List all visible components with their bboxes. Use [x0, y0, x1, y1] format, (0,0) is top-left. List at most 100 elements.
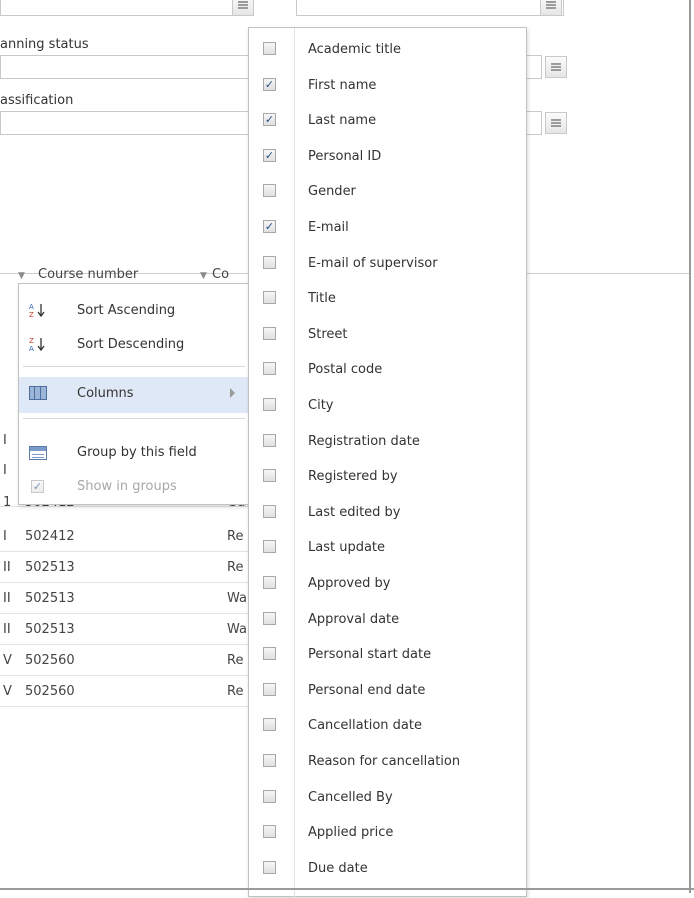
columns-item[interactable]: Columns: [19, 377, 249, 413]
checkbox-unchecked-icon[interactable]: [263, 291, 276, 305]
column-option[interactable]: ✓ Last name: [249, 103, 526, 138]
column-option-label: Reason for cancellation: [308, 754, 461, 769]
column-option[interactable]: Academic title: [249, 32, 526, 67]
svg-text:A: A: [29, 345, 34, 352]
checkbox-unchecked-icon[interactable]: [263, 754, 276, 767]
column-option[interactable]: Registration date: [249, 424, 526, 459]
frame-border-right: [689, 0, 691, 893]
checkbox-unchecked-icon[interactable]: [263, 42, 276, 55]
column-option[interactable]: Street: [249, 317, 526, 352]
checkbox-checked-icon[interactable]: ✓: [263, 148, 276, 162]
top-field-left-button[interactable]: [232, 0, 254, 16]
group-by-field-label: Group by this field: [77, 445, 197, 460]
column-option-label: City: [308, 398, 334, 413]
top-field-left[interactable]: [0, 0, 252, 16]
column-option[interactable]: Cancellation date: [249, 708, 526, 743]
column-option[interactable]: Due date: [249, 851, 526, 886]
column-option[interactable]: Applied price: [249, 815, 526, 850]
column-option[interactable]: Personal end date: [249, 673, 526, 708]
table-row[interactable]: II 502513 Wa: [0, 614, 250, 645]
checkbox-checked-icon[interactable]: ✓: [263, 77, 276, 91]
row-cell: II: [3, 560, 11, 575]
course-number-menu-icon[interactable]: ▼: [200, 271, 207, 281]
checkbox-unchecked-icon[interactable]: [263, 682, 276, 696]
classification-label: assification: [0, 93, 74, 108]
checkbox-unchecked-icon[interactable]: [263, 860, 276, 874]
checkbox-checked-icon[interactable]: ✓: [263, 220, 276, 233]
column-option-label: Personal end date: [308, 682, 426, 698]
sort-descending-item[interactable]: Z A Sort Descending: [19, 328, 249, 362]
table-row[interactable]: V 502560 Re: [0, 676, 250, 707]
column-option[interactable]: Postal code: [249, 352, 526, 387]
checkbox-unchecked-icon[interactable]: [263, 469, 276, 483]
checkbox-unchecked-icon[interactable]: [263, 326, 276, 340]
column-option[interactable]: Gender: [249, 174, 526, 209]
row-cell: 502412: [25, 529, 75, 544]
column-header-course-number[interactable]: Course number: [38, 267, 138, 282]
classification-field[interactable]: [0, 111, 252, 135]
row-cell: I: [3, 433, 7, 448]
checkbox-unchecked-icon[interactable]: [263, 433, 276, 447]
table-row[interactable]: II 502513 Re: [0, 552, 250, 583]
column-option-label: E-mail of supervisor: [308, 255, 438, 271]
checkbox-unchecked-icon[interactable]: [263, 647, 276, 661]
checkbox-unchecked-icon[interactable]: [263, 540, 276, 554]
checkbox-checked-icon[interactable]: ✓: [263, 113, 276, 127]
checkbox-unchecked-icon[interactable]: [263, 576, 276, 589]
column-menu-trigger-icon[interactable]: ▼: [18, 271, 25, 281]
top-field-right-button[interactable]: [540, 0, 562, 16]
planning-status-field[interactable]: [0, 55, 252, 79]
column-option[interactable]: ✓ First name: [249, 68, 526, 103]
checkbox-unchecked-icon[interactable]: [263, 789, 276, 803]
columns-submenu: Academic title ✓ First name ✓ Last name ✓ Pers…: [248, 27, 527, 898]
checkbox-unchecked-icon[interactable]: [263, 504, 276, 518]
column-option[interactable]: Last update: [249, 530, 526, 565]
checkbox-unchecked-icon[interactable]: [263, 362, 276, 376]
row-cell: V: [3, 653, 12, 668]
show-in-groups-item[interactable]: ✓ Show in groups: [19, 472, 249, 506]
svg-text:A: A: [29, 303, 34, 311]
checkbox-icon: ✓: [31, 480, 44, 493]
columns-icon: [29, 386, 47, 400]
group-by-field-item[interactable]: Group by this field: [19, 436, 249, 470]
menu-separator: [23, 366, 245, 367]
column-option-label: Applied price: [308, 825, 394, 841]
column-header-partial[interactable]: Co: [212, 267, 229, 282]
column-option[interactable]: Approval date: [249, 602, 526, 637]
column-option-label: Gender: [308, 184, 356, 200]
show-in-groups-label: Show in groups: [77, 479, 177, 494]
checkbox-unchecked-icon[interactable]: [263, 255, 276, 269]
column-option[interactable]: Reason for cancellation: [249, 744, 526, 779]
column-option[interactable]: ✓ E-mail: [249, 210, 526, 245]
table-row[interactable]: I 502412 Re: [0, 521, 250, 552]
column-option[interactable]: Last edited by: [249, 495, 526, 530]
row-cell: 1: [3, 495, 12, 507]
table-row[interactable]: V 502560 Re: [0, 645, 250, 676]
column-option[interactable]: Title: [249, 281, 526, 316]
column-option-label: First name: [308, 77, 377, 93]
checkbox-unchecked-icon[interactable]: [263, 611, 276, 625]
checkbox-unchecked-icon[interactable]: [263, 718, 276, 732]
checkbox-unchecked-icon[interactable]: [263, 825, 276, 839]
column-option[interactable]: E-mail of supervisor: [249, 246, 526, 281]
frame-border-bottom: [0, 888, 694, 890]
sort-ascending-item[interactable]: A Z Sort Ascending: [19, 294, 249, 328]
right-field-2-button[interactable]: [545, 56, 567, 78]
column-option[interactable]: Cancelled By: [249, 780, 526, 815]
table-row[interactable]: II 502513 Wa: [0, 583, 250, 614]
column-option[interactable]: Personal start date: [249, 637, 526, 672]
column-option[interactable]: Registered by: [249, 459, 526, 494]
checkbox-unchecked-icon[interactable]: [263, 398, 276, 411]
top-field-right[interactable]: [296, 0, 564, 16]
row-cell: Re: [227, 560, 244, 575]
row-cell: 502560: [25, 653, 75, 668]
row-cell: V: [3, 684, 12, 699]
column-option-label: Approval date: [308, 611, 400, 627]
column-option-label: Registration date: [308, 433, 420, 449]
column-option[interactable]: Approved by: [249, 566, 526, 601]
column-option[interactable]: ✓ Personal ID: [249, 139, 526, 174]
column-option[interactable]: City: [249, 388, 526, 423]
column-option-label: Personal start date: [308, 647, 432, 663]
checkbox-unchecked-icon[interactable]: [263, 184, 276, 198]
right-field-3-button[interactable]: [545, 112, 567, 134]
